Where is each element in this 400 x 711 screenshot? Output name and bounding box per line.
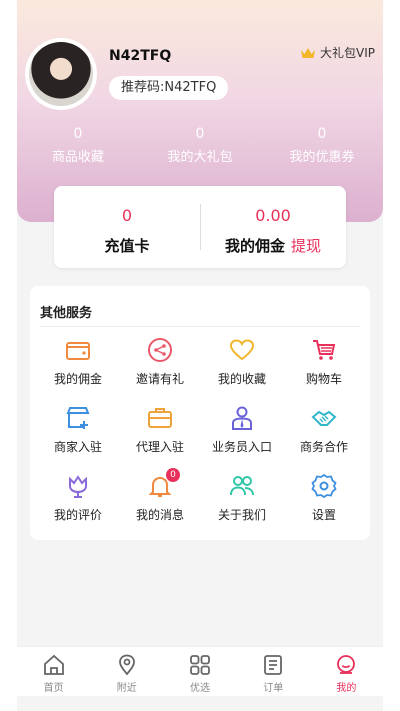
service-label: 代理入驻 (135, 440, 184, 454)
stat-value: 0 (317, 126, 327, 142)
service-commission[interactable]: 我的佣金 (40, 336, 116, 396)
handshake-icon (311, 410, 337, 426)
recharge-card-label: 充值卡 (104, 237, 150, 255)
message-count-badge: 0 (166, 468, 180, 482)
avatar-image (29, 42, 93, 106)
service-label: 业务员入口 (211, 440, 272, 454)
cart-icon (313, 340, 336, 360)
app-frame: N42TFQ 推荐码:N42TFQ 大礼包VIP 0 商品收藏 0 我的大礼包 … (17, 0, 383, 711)
recharge-card-value: 0 (121, 206, 133, 225)
service-label: 我的收藏 (217, 372, 266, 386)
tab-label: 附近 (116, 683, 137, 694)
service-agent-join[interactable]: 代理入驻 (122, 404, 198, 464)
stat-value: 0 (73, 126, 83, 142)
stat-label: 我的大礼包 (167, 150, 233, 165)
home-icon (43, 654, 64, 675)
crown-icon (301, 47, 315, 58)
service-business-cooperation[interactable]: 商务合作 (286, 404, 362, 464)
services-divider (40, 326, 360, 327)
stats-row: 0 商品收藏 0 我的大礼包 0 我的优惠券 (17, 126, 383, 165)
stat-coupons[interactable]: 0 我的优惠券 (261, 126, 383, 165)
tab-label: 首页 (43, 683, 64, 694)
commission[interactable]: 0.00 我的佣金 提现 (200, 186, 346, 268)
referral-code-badge[interactable]: 推荐码:N42TFQ (109, 76, 229, 100)
tab-home[interactable]: 首页 (17, 647, 90, 696)
service-invite[interactable]: 邀请有礼 (122, 336, 198, 396)
service-label: 商务合作 (299, 440, 348, 454)
stat-label: 我的优惠券 (289, 150, 355, 165)
service-label: 邀请有礼 (135, 372, 184, 386)
briefcase-icon (148, 408, 172, 428)
service-merchant-join[interactable]: 商家入驻 (40, 404, 116, 464)
share-icon (148, 338, 172, 362)
user-icon (337, 655, 356, 674)
stat-label: 商品收藏 (51, 150, 104, 165)
store-icon (66, 407, 90, 429)
recharge-card[interactable]: 0 充值卡 (54, 186, 200, 268)
vip-badge[interactable]: 大礼包VIP (300, 44, 375, 61)
salesperson-icon (232, 406, 252, 430)
heart-icon (229, 339, 255, 361)
service-label: 我的消息 (135, 508, 184, 522)
service-cart[interactable]: 购物车 (286, 336, 362, 396)
avatar[interactable] (25, 38, 97, 110)
wallet-card: 0 充值卡 0.00 我的佣金 提现 (54, 186, 346, 268)
tab-label: 我的 (336, 683, 357, 694)
service-reviews[interactable]: 我的评价 (40, 472, 116, 532)
service-label: 我的评价 (53, 508, 102, 522)
service-favorites[interactable]: 我的收藏 (204, 336, 280, 396)
stat-favorites[interactable]: 0 商品收藏 (17, 126, 139, 165)
service-label: 设置 (311, 508, 336, 522)
flower-icon (69, 475, 87, 498)
gear-icon (311, 473, 337, 499)
commission-label: 我的佣金 (224, 237, 285, 255)
tab-orders[interactable]: 订单 (237, 647, 310, 696)
service-label: 关于我们 (217, 508, 266, 522)
tab-nearby[interactable]: 附近 (90, 647, 163, 696)
commission-row: 我的佣金 提现 (200, 235, 346, 256)
service-label: 商家入驻 (53, 440, 102, 454)
service-label: 我的佣金 (53, 372, 102, 386)
order-icon (264, 655, 283, 675)
bottom-tab-bar: 首页 附近 优选 订单 我的 (17, 646, 383, 696)
grid-icon (190, 655, 210, 675)
stat-value: 0 (195, 126, 205, 142)
service-salesperson-entry[interactable]: 业务员入口 (204, 404, 280, 464)
vip-label: 大礼包VIP (320, 46, 375, 60)
people-icon (230, 476, 254, 496)
services-title: 其他服务 (40, 306, 93, 321)
tab-featured[interactable]: 优选 (163, 647, 236, 696)
service-messages[interactable]: 0 我的消息 (122, 468, 198, 532)
service-about-us[interactable]: 关于我们 (204, 472, 280, 532)
tab-label: 订单 (263, 683, 284, 694)
tab-mine[interactable]: 我的 (310, 647, 383, 696)
service-settings[interactable]: 设置 (286, 472, 362, 532)
location-icon (118, 654, 135, 676)
stat-gift-packs[interactable]: 0 我的大礼包 (139, 126, 261, 165)
bell-icon-wrap: 0 (146, 468, 180, 500)
commission-value: 0.00 (255, 206, 291, 225)
username: N42TFQ (109, 48, 172, 64)
wallet-icon (66, 342, 90, 360)
withdraw-link[interactable]: 提现 (291, 237, 321, 255)
service-label: 购物车 (305, 372, 342, 386)
tab-label: 优选 (190, 683, 210, 694)
services-card: 其他服务 我的佣金 邀请有礼 我的收藏 购物车 商家入驻 代理入驻 业务员入口 … (30, 286, 370, 540)
